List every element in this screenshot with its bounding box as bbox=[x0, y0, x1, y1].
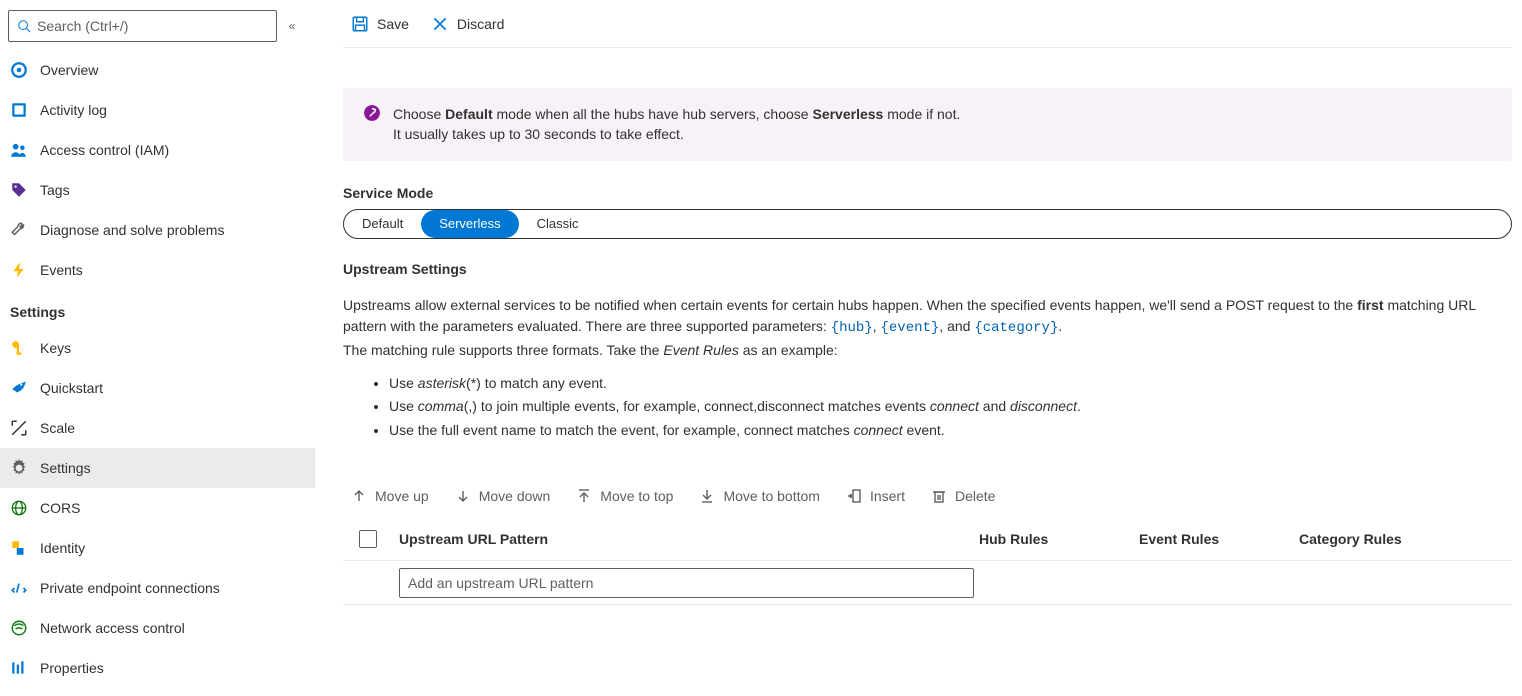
insert-button[interactable]: Insert bbox=[838, 479, 913, 513]
discard-label: Discard bbox=[457, 16, 504, 32]
nav-label: Quickstart bbox=[40, 380, 103, 396]
identity-icon bbox=[10, 539, 28, 557]
col-hub: Hub Rules bbox=[979, 531, 1139, 547]
save-label: Save bbox=[377, 16, 409, 32]
nav-label: CORS bbox=[40, 500, 80, 516]
col-event: Event Rules bbox=[1139, 531, 1299, 547]
nav-settings[interactable]: Settings bbox=[0, 448, 315, 488]
nav-network-access[interactable]: Network access control bbox=[0, 608, 315, 648]
upstream-heading: Upstream Settings bbox=[343, 261, 1512, 277]
nav-activity-log[interactable]: Activity log bbox=[0, 90, 315, 130]
nav-private-endpoint[interactable]: Private endpoint connections bbox=[0, 568, 315, 608]
nav-identity[interactable]: Identity bbox=[0, 528, 315, 568]
rule-item: Use the full event name to match the eve… bbox=[389, 419, 1512, 443]
service-mode-label: Service Mode bbox=[343, 185, 1512, 201]
table-toolbar: Move up Move down Move to top Move to bo… bbox=[343, 479, 1512, 513]
nav-label: Access control (IAM) bbox=[40, 142, 169, 158]
bolt-icon bbox=[10, 261, 28, 279]
nav-tags[interactable]: Tags bbox=[0, 170, 315, 210]
collapse-sidebar-button[interactable]: « bbox=[277, 19, 307, 33]
wrench-icon bbox=[10, 221, 28, 239]
col-category: Category Rules bbox=[1299, 531, 1512, 547]
tag-icon bbox=[10, 181, 28, 199]
endpoint-icon bbox=[10, 579, 28, 597]
nav-label: Keys bbox=[40, 340, 71, 356]
select-all-checkbox[interactable] bbox=[359, 530, 377, 548]
nav-access-control[interactable]: Access control (IAM) bbox=[0, 130, 315, 170]
nav-label: Private endpoint connections bbox=[40, 580, 220, 596]
insert-icon bbox=[846, 488, 862, 504]
col-url: Upstream URL Pattern bbox=[399, 531, 979, 547]
banner-text: Choose Default mode when all the hubs ha… bbox=[393, 104, 960, 145]
nav-properties[interactable]: Properties bbox=[0, 648, 315, 688]
search-input[interactable] bbox=[37, 18, 268, 34]
search-icon bbox=[17, 19, 31, 33]
globe-icon bbox=[10, 499, 28, 517]
save-button[interactable]: Save bbox=[343, 6, 417, 42]
quickstart-icon bbox=[10, 379, 28, 397]
arrow-up-icon bbox=[351, 488, 367, 504]
move-top-button[interactable]: Move to top bbox=[568, 479, 681, 513]
arrow-bottom-icon bbox=[699, 488, 715, 504]
add-pattern-input[interactable] bbox=[399, 568, 974, 598]
service-mode-group: Default Serverless Classic bbox=[343, 209, 1512, 239]
arrow-top-icon bbox=[576, 488, 592, 504]
move-up-button[interactable]: Move up bbox=[343, 479, 437, 513]
table-header: Upstream URL Pattern Hub Rules Event Rul… bbox=[343, 517, 1512, 561]
mode-classic[interactable]: Classic bbox=[519, 210, 597, 238]
save-icon bbox=[351, 15, 369, 33]
nav-cors[interactable]: CORS bbox=[0, 488, 315, 528]
nav-label: Properties bbox=[40, 660, 104, 676]
nav-label: Events bbox=[40, 262, 83, 278]
scale-icon bbox=[10, 419, 28, 437]
nav-label: Network access control bbox=[40, 620, 185, 636]
overview-icon bbox=[10, 61, 28, 79]
nav-label: Overview bbox=[40, 62, 98, 78]
nav-keys[interactable]: Keys bbox=[0, 328, 315, 368]
nav-quickstart[interactable]: Quickstart bbox=[0, 368, 315, 408]
nav-label: Identity bbox=[40, 540, 85, 556]
toolbar: Save Discard bbox=[343, 0, 1512, 48]
nav-events[interactable]: Events bbox=[0, 250, 315, 290]
settings-section-header: Settings bbox=[0, 290, 315, 328]
mode-default[interactable]: Default bbox=[344, 210, 421, 238]
nav-label: Diagnose and solve problems bbox=[40, 222, 224, 238]
properties-icon bbox=[10, 659, 28, 677]
gear-icon bbox=[10, 459, 28, 477]
mode-serverless[interactable]: Serverless bbox=[421, 210, 518, 238]
nav-scale[interactable]: Scale bbox=[0, 408, 315, 448]
sidebar-search[interactable] bbox=[8, 10, 277, 42]
nav-diagnose[interactable]: Diagnose and solve problems bbox=[0, 210, 315, 250]
network-icon bbox=[10, 619, 28, 637]
delete-button[interactable]: Delete bbox=[923, 479, 1003, 513]
upstream-description: Upstreams allow external services to be … bbox=[343, 295, 1503, 362]
sidebar: « Overview Activity log Access control (… bbox=[0, 0, 315, 696]
nav-label: Scale bbox=[40, 420, 75, 436]
nav-label: Tags bbox=[40, 182, 70, 198]
move-bottom-button[interactable]: Move to bottom bbox=[691, 479, 828, 513]
people-icon bbox=[10, 141, 28, 159]
nav-label: Settings bbox=[40, 460, 91, 476]
move-down-button[interactable]: Move down bbox=[447, 479, 559, 513]
rules-list: Use asterisk(*) to match any event. Use … bbox=[389, 372, 1512, 443]
arrow-down-icon bbox=[455, 488, 471, 504]
rule-item: Use asterisk(*) to match any event. bbox=[389, 372, 1512, 396]
discard-button[interactable]: Discard bbox=[423, 6, 512, 42]
info-banner: Choose Default mode when all the hubs ha… bbox=[343, 88, 1512, 161]
trash-icon bbox=[931, 488, 947, 504]
close-icon bbox=[431, 15, 449, 33]
info-icon bbox=[363, 104, 381, 122]
rule-item: Use comma(,) to join multiple events, fo… bbox=[389, 395, 1512, 419]
key-icon bbox=[10, 339, 28, 357]
nav-label: Activity log bbox=[40, 102, 107, 118]
table-row-add bbox=[343, 561, 1512, 605]
activity-log-icon bbox=[10, 101, 28, 119]
main-content: Save Discard Choose Default mode when al… bbox=[315, 0, 1522, 696]
nav-overview[interactable]: Overview bbox=[0, 50, 315, 90]
